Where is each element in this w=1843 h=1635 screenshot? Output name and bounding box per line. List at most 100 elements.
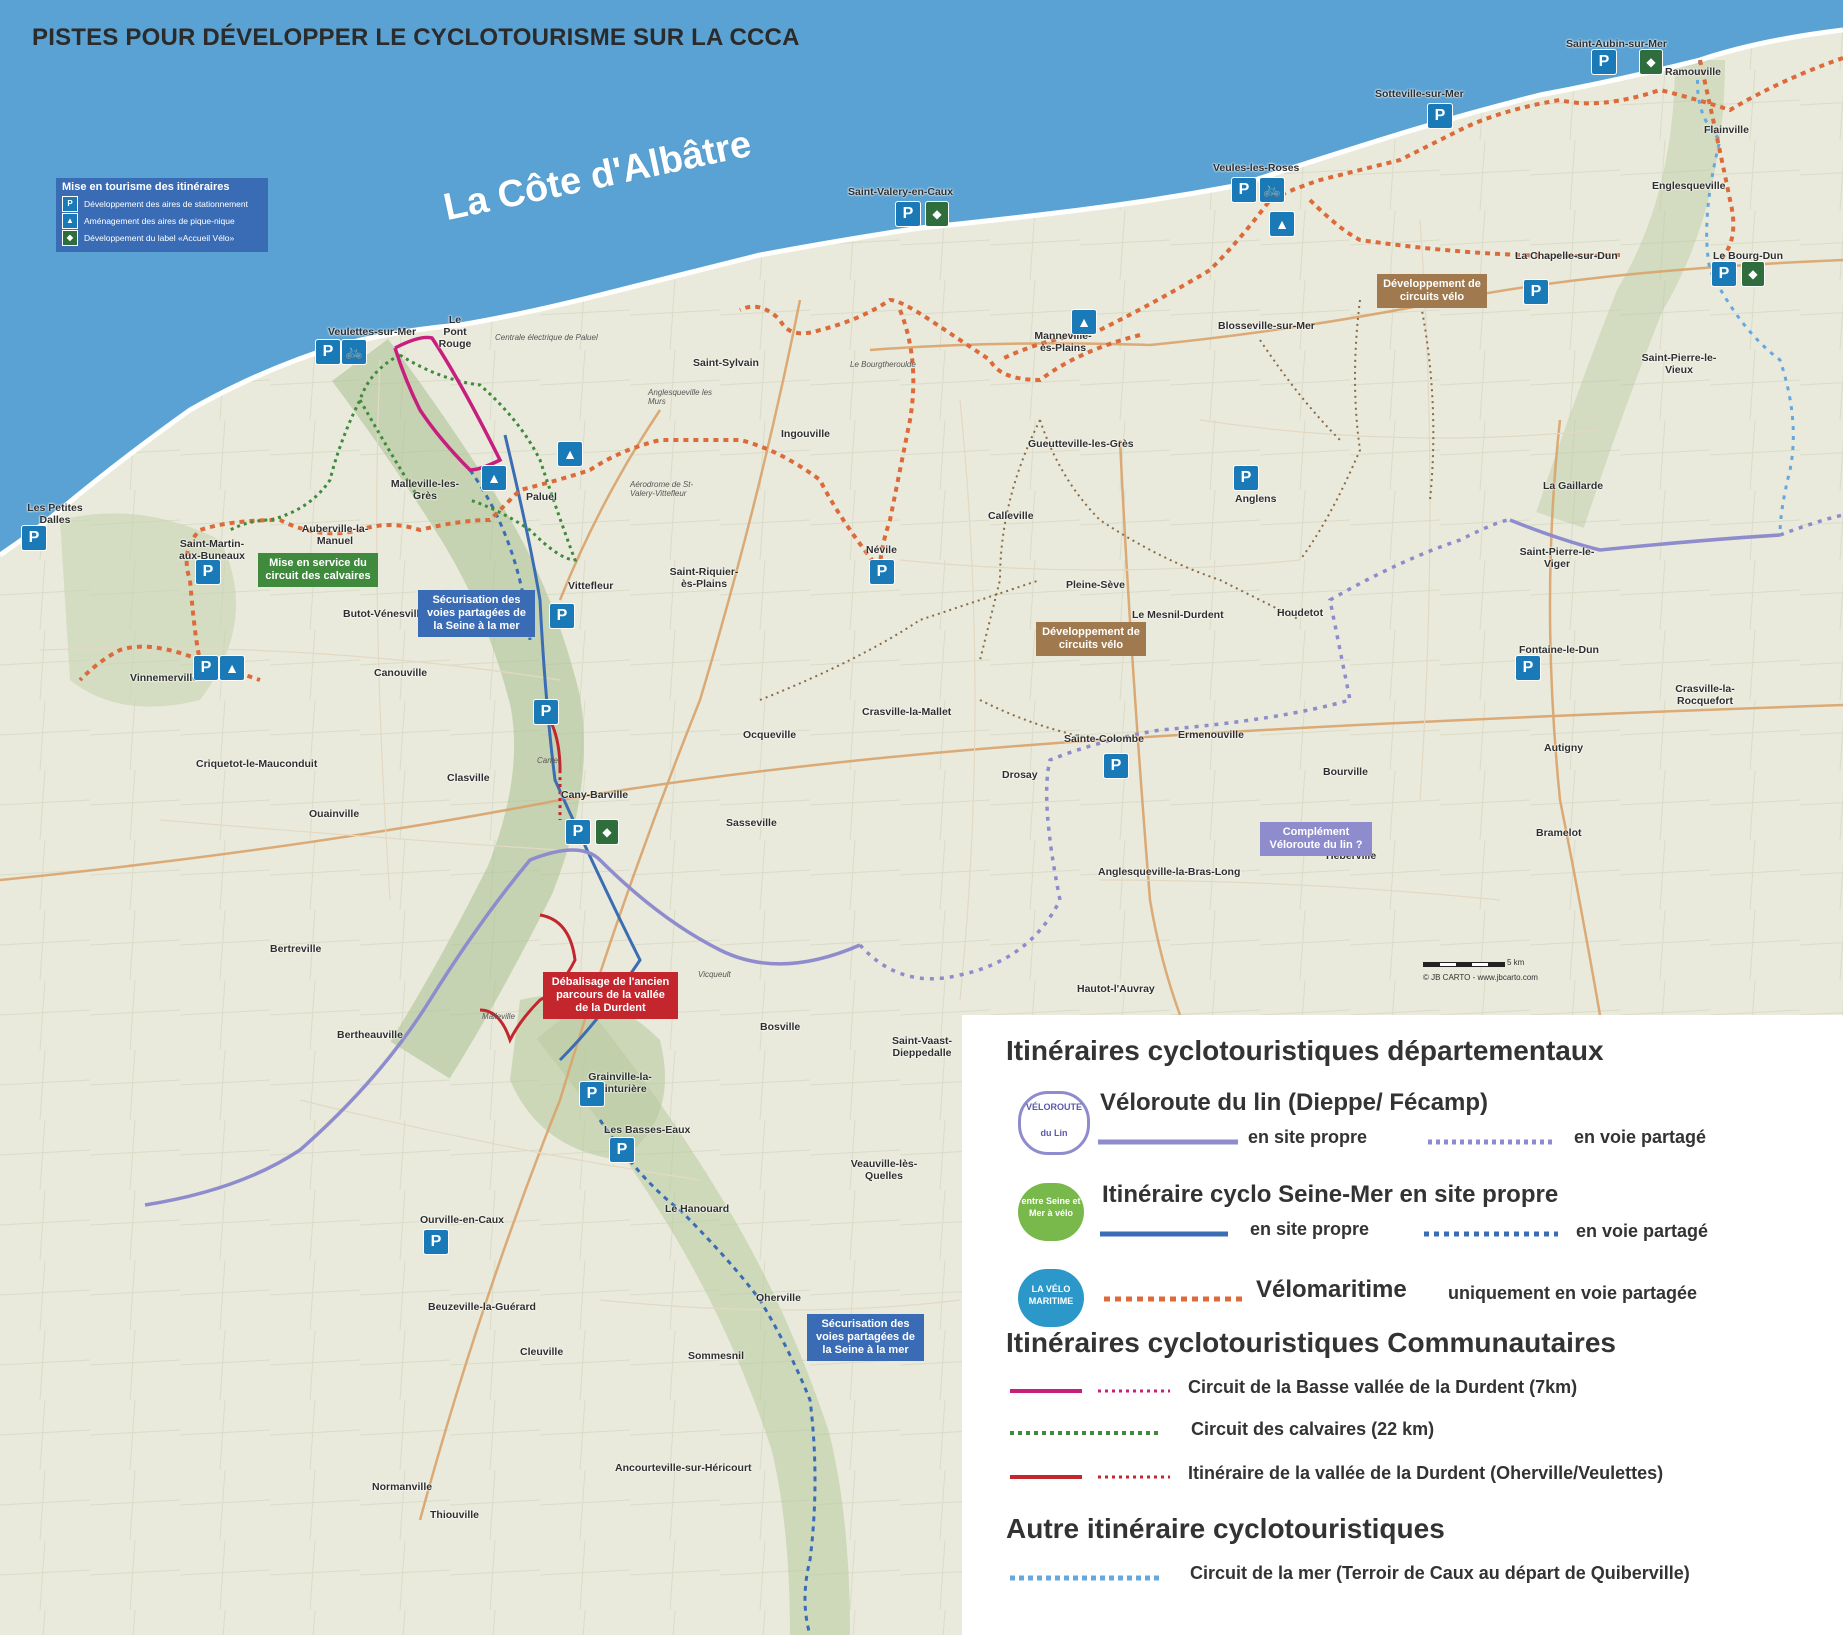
parking-bike-icon: P [1234,466,1258,490]
picnic-icon: ▲ [220,656,244,680]
parking-bike-icon: P [534,700,558,724]
town-label: Saint-Pierre-le-Vieux [1641,352,1717,376]
legend-velomaritime-dashed [1104,1296,1244,1302]
tourism-row-accueil: ◆ Développement du label «Accueil Vélo» [56,229,268,246]
town-label: Cleuville [520,1346,564,1358]
legend-seine-mer-voie-partagee: en voie partagé [1576,1221,1709,1241]
town-label: Saint-Sylvain [693,357,759,369]
town-label: Bourville [1323,766,1368,778]
scale-bar-label: 5 km [1507,958,1525,967]
accueil-velo-icon: ◆ [926,202,948,226]
town-label: Malleville-les-Grès [390,478,460,502]
note-circuits-velo-1: Développement de circuits vélo [1377,274,1487,308]
picnic-icon: ▲ [482,466,506,490]
town-label: Flainville [1704,124,1749,136]
parking-bike-icon: P [870,560,894,584]
parking-bike-icon: P [424,1230,448,1254]
note-seine-mer-bottom: Sécurisation des voies partagées de la S… [807,1314,924,1361]
parking-bike-icon: P [1592,50,1616,74]
accueil-velo-icon: ◆ [596,820,618,844]
legend-seine-mer-name: Itinéraire cyclo Seine-Mer en site propr… [1102,1181,1559,1208]
town-label: Hautot-l'Auvray [1077,983,1155,995]
town-label: Veauville-lès-Quelles [850,1158,918,1182]
town-label: Blosseville-sur-Mer [1218,320,1315,332]
parking-bike-icon: P [194,656,218,680]
legend-other-heading: Autre itinéraire cyclotouristiques [1006,1513,1445,1544]
legend-veloroute-name: Véloroute du lin (Dieppe/ Fécamp) [1100,1089,1489,1116]
town-label: Ouainville [309,808,360,820]
bike-icon: 🚲 [342,340,366,364]
legend-seine-mer-dashed [1424,1231,1558,1237]
accueil-velo-icon: ◆ [1742,262,1764,286]
town-label: Cany-Barville [561,789,629,801]
legend-calvaires: Circuit des calvaires (22 km) [1191,1419,1435,1439]
legend-calvaires-line [1010,1431,1160,1435]
picnic-icon: ▲ [1270,212,1294,236]
veloroute-logo: VÉLOROUTE du Lin [1018,1091,1090,1155]
town-label: Bertreville [270,943,322,955]
tourism-box: Mise en tourisme des itinéraires P Dévelo… [56,178,268,252]
legend-velomaritime-name: Vélomaritime [1256,1276,1407,1303]
parking-bike-icon: P [1104,754,1128,778]
picnic-icon: ▲ [1072,310,1096,334]
town-label: Ourville-en-Caux [420,1214,505,1226]
town-label: Ingouville [781,428,831,440]
town-label: Fontaine-le-Dun [1519,644,1599,656]
town-label: Butot-Vénesville [343,608,426,620]
picnic-icon: ▲ [62,212,78,229]
parking-bike-icon: P [550,604,574,628]
town-label: Saint-Aubin-sur-Mer [1566,38,1667,50]
parking-bike-icon: P [196,560,220,584]
velomaritime-logo: LA VÉLO MARITIME [1018,1269,1084,1327]
town-label: Paluel [526,491,557,503]
legend-basse-vallee-lines [1010,1389,1170,1393]
legend-veloroute-dashed [1428,1139,1556,1145]
town-label: Saint-Pierre-le-Viger [1519,546,1595,570]
town-label: Le Pont Rouge [438,314,472,350]
town-label: Canlet [537,756,561,765]
legend-circuit-mer: Circuit de la mer (Terroir de Caux au dé… [1190,1563,1690,1583]
legend-veloroute-solid [1098,1139,1238,1145]
town-label: Beuzeville-la-Guérard [428,1301,536,1313]
town-label: Bramelot [1536,827,1582,839]
town-label: Veules-les-Roses [1213,162,1300,174]
town-label: Ocqueville [743,729,797,741]
town-label: Sainte-Colombe [1064,733,1144,745]
town-label: Anglesqueville les Murs [648,388,713,406]
map-title: PISTES POUR DÉVELOPPER LE CYCLOTOURISME … [32,24,800,51]
town-label: Le Bourg-Dun [1713,250,1783,262]
legend-basse-vallee: Circuit de la Basse vallée de la Durdent… [1188,1377,1578,1397]
town-label: Sommesnil [688,1350,745,1362]
town-label: Veulettes-sur-Mer [328,326,417,338]
town-label: Clasville [447,772,490,784]
accueil-velo-icon: ◆ [62,229,78,246]
parking-bike-icon: P [1524,280,1548,304]
town-label: Oherville [756,1292,801,1304]
town-label: Calleville [988,510,1034,522]
town-label: Saint-Valery-en-Caux [848,186,954,198]
town-label: Crasville-la-Rocquefort [1675,683,1735,707]
tourism-box-heading: Mise en tourisme des itinéraires [62,181,230,193]
legend-veloroute-site-propre: en site propre [1248,1127,1368,1147]
legend-seine-mer-solid [1100,1231,1228,1237]
legend-dept-heading: Itinéraires cyclotouristiques départemen… [1006,1035,1604,1066]
landmark-centrale: Centrale électrique de Paluel [495,333,598,342]
note-circuits-velo-2: Développement de circuits vélo [1036,622,1146,656]
legend-seine-mer-site-propre: en site propre [1250,1219,1370,1239]
town-label: Le Bourgtheroulde [850,360,916,369]
tourism-row-picnic: ▲ Aménagement des aires de pique-nique [56,212,268,229]
note-seine-mer-top: Sécurisation des voies partagées de la S… [418,590,535,637]
town-label: Ancourteville-sur-Héricourt [615,1462,752,1474]
town-label: Crasville-la-Mallet [862,706,952,718]
note-debalisage: Débalisage de l'ancien parcours de la va… [543,972,678,1019]
note-calvaires: Mise en service du circuit des calvaires [258,553,378,587]
town-label: Le Mesnil-Durdent [1132,609,1224,621]
parking-bike-icon: P [1428,104,1452,128]
town-label: Névile [866,544,897,556]
town-label: Anglesqueville-la-Bras-Long [1098,866,1241,878]
town-label: Anglens [1235,493,1277,505]
town-label: Les Basses-Eaux [604,1124,691,1136]
town-label: Canouville [374,667,428,679]
town-label: Les Petites Dalles [27,502,83,526]
town-label: Pleine-Sève [1066,579,1125,591]
